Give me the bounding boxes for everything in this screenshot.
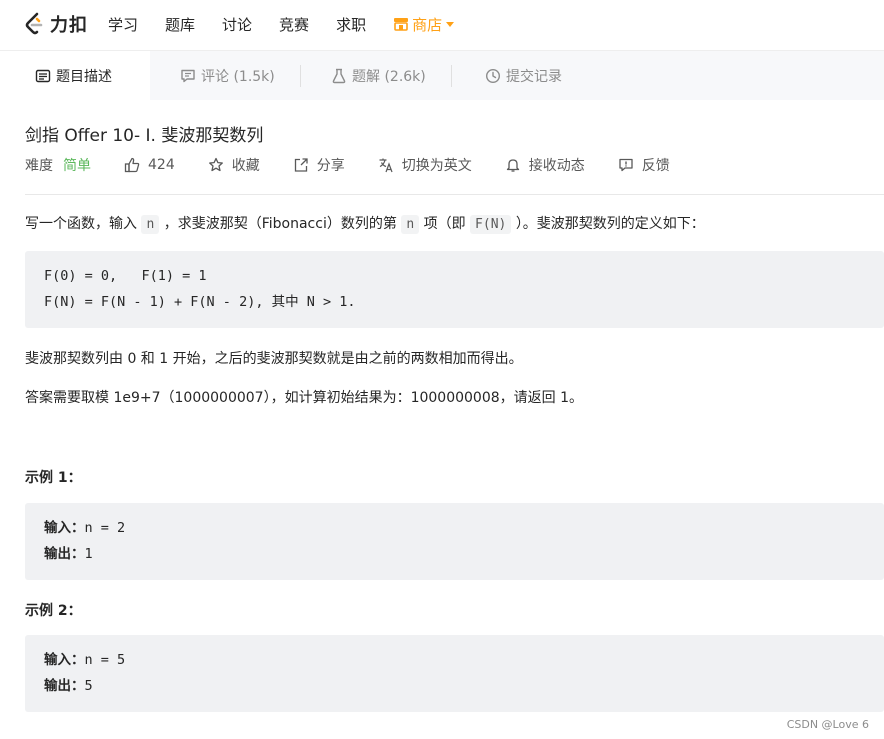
flask-icon: [332, 68, 346, 84]
inline-code-fn: F(N): [470, 215, 512, 234]
output-label: 输出：: [44, 678, 85, 694]
paragraph-modulo: 答案需要取模 1e9+7（1000000007），如计算初始结果为：100000…: [25, 390, 584, 406]
comment-icon: [181, 69, 195, 83]
tab-solutions[interactable]: 题解 (2.6k): [301, 51, 451, 101]
tab-description[interactable]: 题目描述: [0, 51, 150, 101]
logo-text: 力扣: [50, 15, 88, 36]
store-label: 商店: [412, 15, 443, 34]
chevron-down-icon: [446, 21, 455, 27]
input-value: n = 2: [84, 520, 126, 536]
watermark: CSDN @Love 6: [786, 718, 869, 731]
leetcode-logo-icon: [25, 12, 43, 35]
inline-code-n: n: [141, 215, 160, 234]
code-line: F(N) = F(N - 1) + F(N - 2), 其中 N > 1.: [44, 294, 356, 310]
problem-intro: 写一个函数，输入 n ，求斐波那契（Fibonacci）数列的第 n 项（即 F…: [25, 213, 705, 234]
output-value: 1: [84, 546, 93, 562]
intro-text-3: 项（即: [423, 216, 466, 232]
nav-item-discuss[interactable]: 讨论: [222, 14, 252, 35]
bell-icon: [506, 159, 519, 172]
code-line: F(0) = 0, F(1) = 1: [44, 268, 207, 284]
example-output-line: 输出：5: [44, 673, 884, 699]
nav-item-problems[interactable]: 题库: [165, 14, 195, 35]
problem-tabs: 题目描述 评论 (1.5k) 题解 (2.6k) 提交记录: [0, 50, 884, 101]
title-divider: [25, 194, 884, 195]
nav-items: 学习 题库 讨论 竞赛 求职: [108, 14, 393, 35]
tab-description-label: 题目描述: [56, 69, 112, 85]
clock-icon: [485, 68, 501, 84]
nav-item-contest[interactable]: 竞赛: [279, 14, 309, 35]
switch-language-button[interactable]: 切换为英文: [378, 155, 472, 175]
feedback-icon: [619, 158, 633, 172]
nav-item-jobs[interactable]: 求职: [336, 14, 366, 35]
favorite-button[interactable]: 收藏: [208, 155, 260, 175]
translate-icon: [379, 158, 393, 173]
favorite-label: 收藏: [231, 158, 260, 174]
like-button[interactable]: 424: [124, 157, 175, 173]
output-value: 5: [84, 678, 93, 694]
intro-text-2: ，求斐波那契（Fibonacci）数列的第: [163, 216, 397, 232]
tab-comments-label: 评论 (1.5k): [201, 69, 275, 85]
problem-title: 剑指 Offer 10- I. 斐波那契数列: [25, 126, 264, 146]
tab-comments[interactable]: 评论 (1.5k): [150, 51, 300, 101]
tab-submissions[interactable]: 提交记录: [452, 51, 602, 101]
subscribe-button[interactable]: 接收动态: [505, 155, 585, 175]
switch-language-label: 切换为英文: [401, 158, 472, 174]
problem-meta: 难度 简单 424 收藏 分享 切换为英文 接收动态 反馈: [25, 155, 670, 175]
thumbs-up-icon: [124, 157, 140, 173]
logo[interactable]: 力扣: [24, 11, 88, 37]
example-input-line: 输入：n = 5: [44, 647, 884, 673]
nav-item-store[interactable]: 商店: [393, 14, 455, 35]
example-1-block: 输入：n = 2 输出：1: [25, 503, 884, 580]
input-label: 输入：: [44, 520, 85, 536]
share-button[interactable]: 分享: [293, 155, 345, 175]
example-input-line: 输入：n = 2: [44, 515, 884, 541]
subscribe-label: 接收动态: [528, 158, 585, 174]
paragraph-start: 斐波那契数列由 0 和 1 开始，之后的斐波那契数就是由之前的两数相加而得出。: [25, 351, 523, 367]
description-icon: [35, 69, 51, 83]
intro-text-4: ）。斐波那契数列的定义如下：: [515, 216, 705, 232]
definition-code-block: F(0) = 0, F(1) = 1 F(N) = F(N - 1) + F(N…: [25, 251, 884, 328]
example-2-block: 输入：n = 5 输出：5: [25, 635, 884, 712]
like-count: 424: [148, 157, 175, 173]
example-2-title: 示例 2：: [25, 603, 82, 619]
feedback-label: 反馈: [641, 158, 670, 174]
top-nav: 力扣 学习 题库 讨论 竞赛 求职 商店: [0, 0, 884, 48]
difficulty-badge: 简单: [63, 158, 91, 174]
input-value: n = 5: [84, 652, 126, 668]
example-1-title: 示例 1：: [25, 470, 82, 486]
inline-code-n: n: [401, 215, 420, 234]
tab-submissions-label: 提交记录: [506, 69, 562, 85]
share-icon: [294, 158, 308, 172]
nav-item-learn[interactable]: 学习: [108, 14, 138, 35]
input-label: 输入：: [44, 652, 85, 668]
intro-text-1: 写一个函数，输入: [25, 216, 137, 232]
difficulty-label: 难度: [25, 158, 53, 174]
share-label: 分享: [316, 158, 345, 174]
feedback-button[interactable]: 反馈: [618, 155, 670, 175]
star-icon: [208, 157, 223, 172]
output-label: 输出：: [44, 546, 85, 562]
example-output-line: 输出：1: [44, 541, 884, 567]
tab-solutions-label: 题解 (2.6k): [352, 69, 426, 85]
store-icon: [394, 18, 409, 31]
